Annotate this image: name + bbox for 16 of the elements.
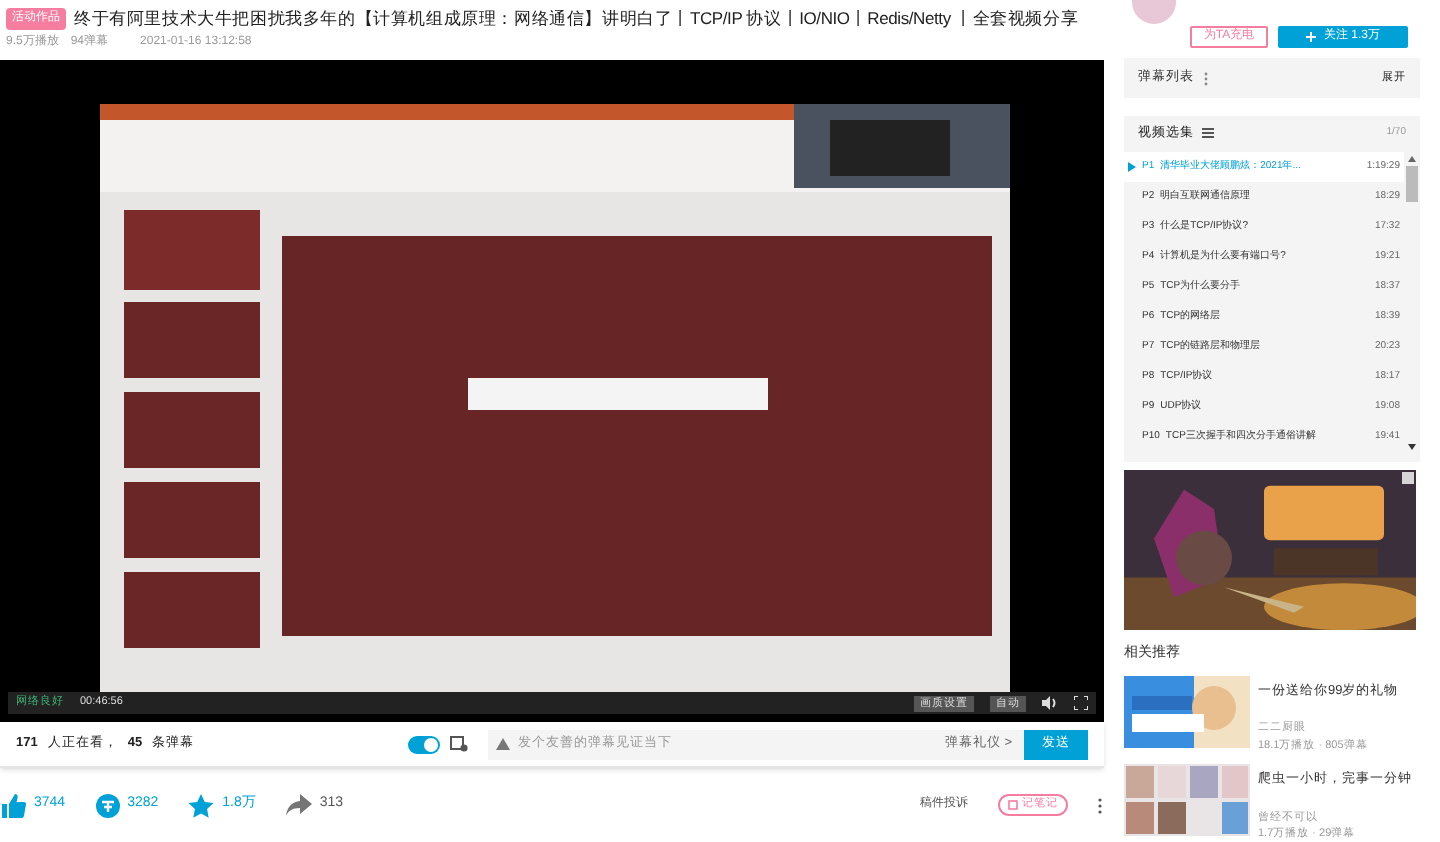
scrollbar-thumb[interactable]	[1406, 165, 1418, 202]
fullscreen-icon[interactable]	[1074, 696, 1088, 710]
play-icon	[1128, 161, 1136, 172]
share-arrow-icon	[285, 794, 312, 816]
warning-icon	[496, 738, 510, 750]
video-title: 终于有阿里技术大牛把困扰我多年的【计算机组成原理：网络通信】讲明白了丨TCP/IP 协议丨IO/NIO丨Redis/Netty 丨全套视频分享	[74, 6, 1079, 32]
plus-icon	[1305, 32, 1316, 43]
star-icon	[188, 793, 215, 817]
danmaku-toggle[interactable]	[408, 735, 440, 753]
volume-icon[interactable]	[1042, 696, 1058, 710]
coin-icon	[95, 793, 120, 817]
edit-icon	[1008, 800, 1018, 810]
scroll-down-icon[interactable]	[1408, 443, 1416, 450]
list-icon[interactable]	[1202, 128, 1214, 139]
danmaku-settings-icon[interactable]	[450, 736, 468, 752]
thumbs-up-icon	[2, 793, 26, 817]
